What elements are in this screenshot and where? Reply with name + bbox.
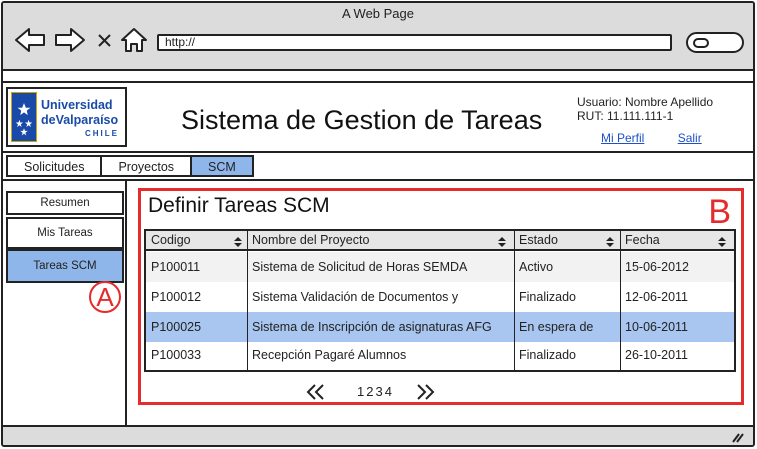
resize-grip-icon[interactable]	[731, 431, 745, 443]
profile-link[interactable]: Mi Perfil	[601, 131, 644, 145]
user-links: Mi Perfil Salir	[601, 131, 732, 145]
cell-nombre: Sistema de Inscripción de asignaturas AF…	[252, 320, 492, 334]
window-title: A Web Page	[341, 6, 415, 21]
cell-codigo: P100033	[151, 348, 202, 362]
cell-estado: Activo	[519, 260, 554, 274]
cell-estado: Finalizado	[519, 348, 576, 362]
cell-codigo: P100012	[151, 290, 202, 304]
sidebar-item-tareas-scm[interactable]: Tareas SCM	[6, 249, 124, 283]
forward-arrow-icon[interactable]	[53, 27, 87, 53]
cell-codigo: P100011	[151, 260, 201, 274]
table-row[interactable]: P100025 Sistema de Inscripción de asigna…	[146, 312, 734, 342]
sidebar: Resumen Mis Tareas Tareas SCM A	[3, 181, 127, 425]
pagination: 1234	[301, 381, 461, 401]
browser-chrome: A Web Page http://	[3, 3, 753, 71]
search-field[interactable]	[686, 32, 744, 53]
shield-icon	[11, 92, 37, 142]
column-divider	[247, 231, 248, 370]
column-header-codigo[interactable]: Codigo	[151, 233, 191, 247]
user-name: Usuario: Nombre Apellido	[577, 95, 714, 109]
university-logo: Universidad deValparaíso CHILE	[6, 87, 127, 147]
cell-fecha: 15-06-2012	[625, 260, 689, 274]
column-divider	[620, 231, 621, 370]
user-info: Usuario: Nombre Apellido RUT: 11.111.111…	[577, 95, 713, 123]
cell-estado: Finalizado	[519, 290, 576, 304]
last-page-icon[interactable]	[414, 383, 436, 401]
cell-fecha: 12-06-2011	[625, 290, 689, 304]
logo-line-1: Universidad	[41, 98, 113, 112]
logo-line-3: CHILE	[85, 129, 119, 138]
tab-proyectos[interactable]: Proyectos	[102, 155, 193, 177]
cell-nombre: Sistema Validación de Documentos y	[252, 290, 459, 304]
status-bar	[3, 425, 753, 445]
table-row[interactable]: P100011 Sistema de Solicitud de Horas SE…	[146, 252, 734, 282]
table-row[interactable]: P100033 Recepción Pagaré Alumnos Finaliz…	[146, 342, 734, 372]
column-header-fecha[interactable]: Fecha	[625, 233, 660, 247]
annotation-a: A	[89, 281, 121, 313]
page-numbers[interactable]: 1234	[357, 384, 394, 399]
tab-solicitudes[interactable]: Solicitudes	[6, 155, 103, 177]
sort-icon[interactable]	[498, 237, 506, 247]
page-title: Sistema de Gestion de Tareas	[181, 105, 543, 135]
cell-fecha: 10-06-2011	[625, 320, 689, 334]
back-arrow-icon[interactable]	[13, 27, 47, 53]
cell-estado: En espera de	[519, 320, 594, 334]
panel-title: Definir Tareas SCM	[148, 194, 330, 217]
column-header-nombre[interactable]: Nombre del Proyecto	[252, 233, 369, 247]
table-row[interactable]: P100012 Sistema Validación de Documentos…	[146, 282, 734, 312]
first-page-icon[interactable]	[305, 383, 327, 401]
sort-icon[interactable]	[718, 237, 726, 247]
column-divider	[514, 231, 515, 370]
table-header: Codigo Nombre del Proyecto Estado Fecha	[146, 231, 734, 251]
sort-icon[interactable]	[606, 237, 614, 247]
logo-line-2: deValparaíso	[41, 113, 119, 127]
column-header-estado[interactable]: Estado	[519, 233, 558, 247]
user-rut: RUT: 11.111.111-1	[577, 109, 674, 123]
tasks-panel: Definir Tareas SCM B Codigo Nombre del P…	[138, 188, 744, 405]
close-icon[interactable]	[95, 27, 115, 53]
sidebar-item-resumen[interactable]: Resumen	[6, 191, 124, 215]
tab-scm[interactable]: SCM	[192, 155, 254, 177]
sort-icon[interactable]	[234, 237, 242, 247]
annotation-b: B	[708, 193, 731, 231]
cell-fecha: 26-10-2011	[625, 348, 689, 362]
tasks-table: Codigo Nombre del Proyecto Estado Fecha …	[144, 229, 736, 372]
sidebar-item-mis-tareas[interactable]: Mis Tareas	[6, 217, 124, 249]
cell-nombre: Recepción Pagaré Alumnos	[252, 348, 407, 362]
cell-nombre: Sistema de Solicitud de Horas SEMDA	[252, 260, 468, 274]
cell-codigo: P100025	[151, 320, 202, 334]
logout-link[interactable]: Salir	[678, 131, 702, 145]
main-tabs: Solicitudes Proyectos SCM	[6, 155, 254, 177]
app-header: Universidad deValparaíso CHILE Sistema d…	[3, 81, 753, 153]
search-icon	[693, 38, 709, 48]
browser-window: A Web Page http:// Universidad deValpara…	[1, 1, 755, 447]
url-input[interactable]: http://	[157, 34, 672, 51]
home-icon[interactable]	[119, 27, 149, 53]
